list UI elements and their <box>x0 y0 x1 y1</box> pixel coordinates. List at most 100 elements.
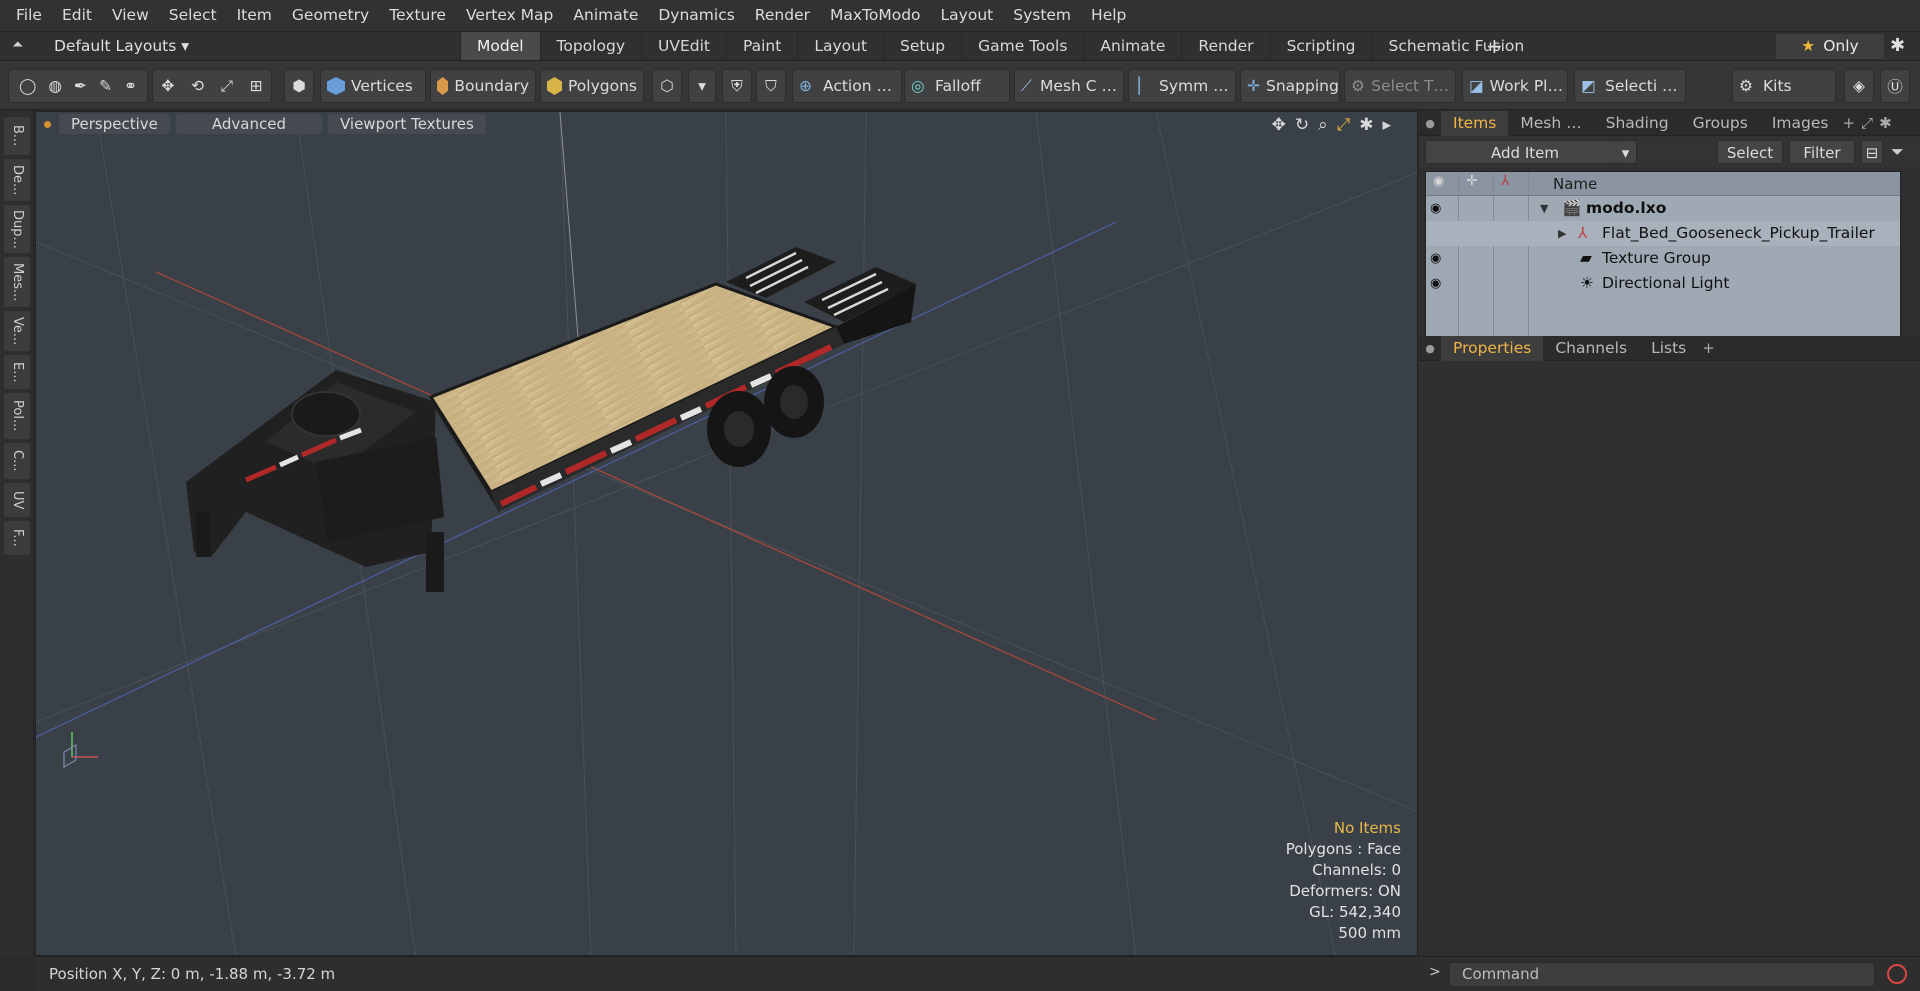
viewport-gear-icon[interactable]: ✱ <box>1359 115 1373 135</box>
menu-layout[interactable]: Layout <box>931 0 1004 31</box>
left-tab-fusion[interactable]: F... <box>4 521 30 555</box>
pan-icon[interactable]: ✥ <box>1272 115 1286 135</box>
filter-button[interactable]: Filter <box>1789 140 1855 164</box>
boundary-button[interactable]: Boundary <box>430 69 536 103</box>
maximize-icon[interactable]: ⤢ <box>1337 115 1351 135</box>
tab-groups[interactable]: Groups <box>1681 111 1760 136</box>
visibility-column-eye-icon[interactable]: ◉ <box>1433 174 1444 189</box>
viewport-textures-button[interactable]: Viewport Textures <box>327 114 486 134</box>
add-panel-tab-icon[interactable]: + <box>1702 339 1715 357</box>
trailer-model[interactable] <box>186 247 916 592</box>
symmetry-button[interactable]: ⎮ Symm … <box>1128 69 1236 103</box>
vertices-button[interactable]: Vertices <box>320 69 426 103</box>
add-tab-plus-icon[interactable]: + <box>1486 32 1503 61</box>
tab-scripting[interactable]: Scripting <box>1269 32 1372 61</box>
left-tab-duplicate[interactable]: Dup... <box>4 205 30 253</box>
menu-dynamics[interactable]: Dynamics <box>648 0 744 31</box>
items-panel-gear-icon[interactable]: ✱ <box>1879 114 1892 132</box>
menu-maxtomodo[interactable]: MaxToModo <box>820 0 931 31</box>
tab-paint[interactable]: Paint <box>725 32 797 61</box>
sphere-shield-icon[interactable]: ⛉ <box>756 69 786 103</box>
paint-select-icon[interactable]: ⚭ <box>124 77 137 95</box>
polygons-button[interactable]: Polygons <box>540 69 644 103</box>
left-tab-basic[interactable]: B... <box>4 117 30 155</box>
panel-bullet-icon[interactable]: ● <box>1419 117 1441 130</box>
tab-shading[interactable]: Shading <box>1594 111 1681 136</box>
funnel-icon[interactable]: ⏷ <box>1891 142 1904 162</box>
menu-system[interactable]: System <box>1003 0 1081 31</box>
left-tab-uv[interactable]: UV <box>4 483 30 517</box>
mesh-constraints-button[interactable]: ⟋ Mesh C … <box>1014 69 1124 103</box>
tab-lists[interactable]: Lists <box>1639 336 1698 361</box>
eye-icon[interactable]: ◉ <box>1430 246 1441 271</box>
globe-icon[interactable]: ◍ <box>48 77 62 95</box>
advanced-button[interactable]: Advanced <box>175 114 322 134</box>
material-mode-icon[interactable]: ⬡ <box>652 69 682 103</box>
pen-icon[interactable]: ✒ <box>74 77 87 95</box>
left-tab-deform[interactable]: De... <box>4 159 30 201</box>
item-row-texture-group[interactable]: ◉ ▰ Texture Group <box>1426 246 1900 271</box>
transform-icon[interactable]: ⊞ <box>250 77 263 95</box>
collapse-list-icon[interactable]: ⊟ <box>1861 140 1883 164</box>
left-tab-edge[interactable]: E... <box>4 355 30 389</box>
tab-schematic-fusion[interactable]: Schematic Fusion <box>1371 32 1541 61</box>
move-icon[interactable]: ✥ <box>161 77 174 95</box>
snapping-button[interactable]: ✛ Snapping <box>1240 69 1340 103</box>
menu-item[interactable]: Item <box>227 0 282 31</box>
falloff-button[interactable]: ◎ Falloff <box>904 69 1010 103</box>
unity-icon[interactable]: ◈ <box>1844 69 1874 103</box>
left-tab-polygon[interactable]: Pol... <box>4 393 30 439</box>
gear-icon[interactable]: ✱ <box>1890 35 1905 56</box>
default-layouts-dropdown[interactable]: Default Layouts ▾ <box>54 32 189 61</box>
tab-animate[interactable]: Animate <box>1083 32 1181 61</box>
chevron-down-icon[interactable]: ▾ <box>688 69 716 103</box>
selection-sets-button[interactable]: ◩ Selecti … <box>1574 69 1686 103</box>
tab-uvedit[interactable]: UVEdit <box>641 32 726 61</box>
kits-button[interactable]: ⚙ Kits <box>1732 69 1836 103</box>
perspective-button[interactable]: Perspective <box>59 114 170 134</box>
lock-column-icon[interactable]: ✛ <box>1466 173 1478 189</box>
tab-model[interactable]: Model <box>460 32 540 61</box>
3d-viewport[interactable]: Perspective Advanced Viewport Textures ✥… <box>35 111 1418 956</box>
add-panel-tab-icon[interactable]: + <box>1842 114 1855 132</box>
select-through-button[interactable]: ⚙ Select T… <box>1344 69 1456 103</box>
left-tab-vertex[interactable]: Ve... <box>4 311 30 351</box>
circle-select-icon[interactable]: ◯ <box>19 77 36 95</box>
viewport-active-dot[interactable] <box>44 120 51 128</box>
command-input[interactable]: Command <box>1449 962 1875 987</box>
tab-game-tools[interactable]: Game Tools <box>961 32 1083 61</box>
eye-icon[interactable]: ◉ <box>1430 196 1441 221</box>
record-icon[interactable] <box>1887 964 1907 984</box>
rotate-icon[interactable]: ⟲ <box>191 77 204 95</box>
left-tab-mesh-edit[interactable]: Mes... <box>4 257 30 307</box>
menu-animate[interactable]: Animate <box>563 0 648 31</box>
locator-column-icon[interactable]: ⅄ <box>1501 173 1510 189</box>
select-button[interactable]: Select <box>1717 140 1783 164</box>
left-tab-curve[interactable]: C... <box>4 443 30 479</box>
collapse-triangle-icon[interactable]: ▼ <box>1540 196 1548 221</box>
unreal-icon[interactable]: Ⓤ <box>1880 69 1910 103</box>
only-toggle-button[interactable]: ★ Only <box>1776 34 1884 59</box>
add-item-button[interactable]: Add Item <box>1425 140 1625 164</box>
eye-icon[interactable]: ◉ <box>1430 271 1441 296</box>
symmetry-shield-icon[interactable]: ⛨ <box>722 69 752 103</box>
panel-bullet-icon[interactable]: ● <box>1419 342 1441 355</box>
menu-file[interactable]: File <box>6 0 52 31</box>
tab-channels[interactable]: Channels <box>1543 336 1639 361</box>
tab-setup[interactable]: Setup <box>883 32 961 61</box>
menu-vertex-map[interactable]: Vertex Map <box>456 0 563 31</box>
tab-render[interactable]: Render <box>1181 32 1269 61</box>
tab-layout[interactable]: Layout <box>797 32 883 61</box>
orbit-icon[interactable]: ↻ <box>1295 115 1309 135</box>
menu-edit[interactable]: Edit <box>52 0 102 31</box>
tab-items[interactable]: Items <box>1441 110 1509 136</box>
scale-icon[interactable]: ⤢ <box>221 77 233 96</box>
menu-render[interactable]: Render <box>745 0 820 31</box>
name-column-header[interactable]: Name <box>1553 172 1597 196</box>
tab-topology[interactable]: Topology <box>539 32 641 61</box>
collapse-up-icon[interactable]: ⏶ <box>12 37 23 53</box>
action-center-button[interactable]: ⊕ Action … <box>792 69 902 103</box>
tab-images[interactable]: Images <box>1760 111 1841 136</box>
item-row-modo-lxo[interactable]: ◉ ▼ 🎬 modo.lxo <box>1426 196 1900 221</box>
menu-view[interactable]: View <box>102 0 159 31</box>
